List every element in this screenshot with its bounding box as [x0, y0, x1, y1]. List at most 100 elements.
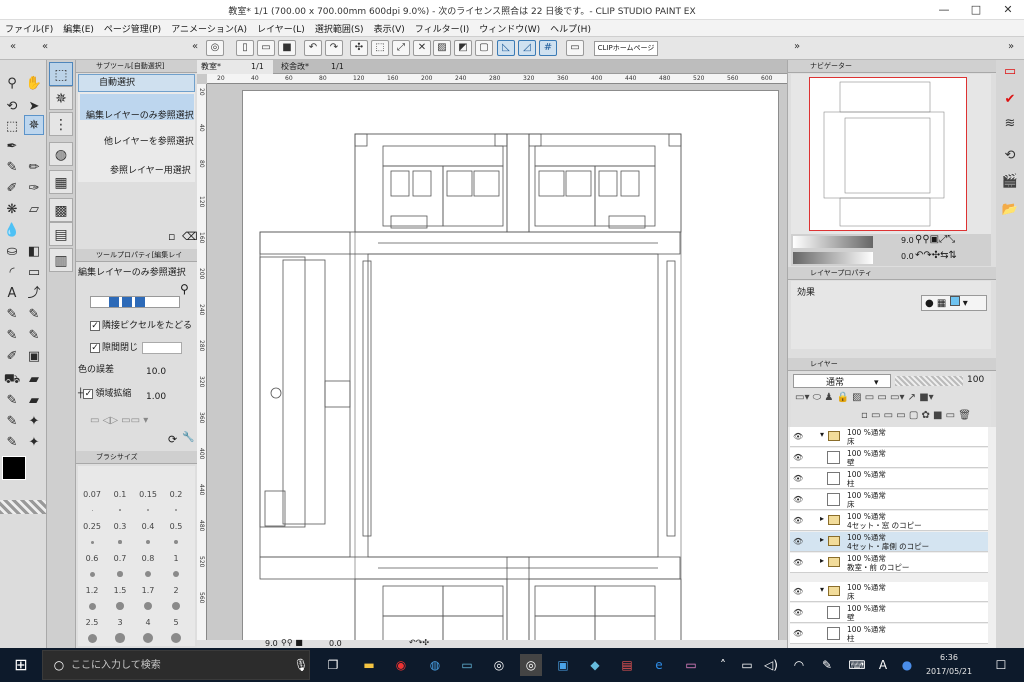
brush-size-item[interactable]: 5	[162, 618, 190, 627]
expand-value[interactable]: 1.00	[146, 392, 186, 402]
menu-edit[interactable]: 編集(E)	[58, 22, 99, 35]
new-subtool-icon[interactable]: ▫	[168, 230, 175, 243]
pencil-icon[interactable]: ✏	[24, 158, 44, 178]
brush-size-item[interactable]: 0.8	[134, 554, 162, 563]
eye-icon[interactable]: 👁	[793, 608, 803, 617]
taskbar-search[interactable]: ここに入力して検索	[42, 650, 310, 680]
eye-icon[interactable]: 👁	[793, 587, 803, 596]
layer-row[interactable]: 👁 ▸ 100 %通常 4セット・扉側 のコピー	[790, 532, 988, 552]
clip-paint-taskbar-icon[interactable]: ◎	[520, 654, 542, 676]
menu-window[interactable]: ウィンドウ(W)	[474, 22, 545, 35]
clip-studio-icon[interactable]: ◎	[206, 40, 224, 56]
menu-layer[interactable]: レイヤー(L)	[252, 22, 310, 35]
layer-row[interactable]: 👁 100 %通常壁	[790, 603, 988, 623]
layer-row[interactable]: 👁 ▸ 100 %通常 教室・前 のコピー	[790, 553, 988, 573]
menu-animation[interactable]: アニメーション(A)	[166, 22, 252, 35]
tolerance-value[interactable]: 10.0	[146, 367, 186, 377]
brush-size-item[interactable]: 1.7	[134, 586, 162, 595]
edge-icon[interactable]: e	[648, 654, 670, 676]
canvas-paper[interactable]	[242, 90, 779, 642]
wifi-icon[interactable]: ◠	[788, 654, 810, 676]
eye-icon[interactable]: 👁	[793, 432, 803, 441]
navigator-icon[interactable]: ▭	[998, 60, 1022, 84]
material-icon[interactable]: 📂	[998, 198, 1022, 222]
save-icon[interactable]: ■	[278, 40, 296, 56]
eraser-icon[interactable]: ▱	[24, 200, 44, 220]
layer-property-icon[interactable]: ✔	[998, 88, 1022, 112]
undo-icon[interactable]: ↶	[304, 40, 322, 56]
zoom-slider[interactable]	[793, 236, 873, 248]
eyedropper-icon[interactable]: ✒	[2, 137, 22, 157]
app-2-icon[interactable]: ◆	[584, 654, 606, 676]
pink-marker-icon[interactable]: ▰	[24, 391, 44, 411]
history-icon[interactable]: ▥	[49, 248, 73, 272]
brush-size-item[interactable]: 0.15	[134, 490, 162, 499]
animation-icon[interactable]: ⟲	[998, 144, 1022, 168]
eye-icon[interactable]: 👁	[793, 558, 803, 567]
fill-icon[interactable]: ⛀	[2, 242, 22, 262]
eye-icon[interactable]: 👁	[793, 629, 803, 638]
layers-icon[interactable]: ≋	[998, 112, 1022, 136]
close-button[interactable]: ✕	[992, 0, 1024, 20]
brush-size-item[interactable]: 0.07	[78, 490, 106, 499]
collapse-icon[interactable]: «	[36, 40, 54, 56]
app-icon[interactable]: ▣	[552, 654, 574, 676]
approximate-color-icon[interactable]: ▤	[49, 222, 73, 246]
new-file-icon[interactable]: ▯	[236, 40, 254, 56]
zoom-value[interactable]: 9.0	[265, 639, 278, 648]
expand-arrow-icon[interactable]: ▸	[820, 556, 824, 565]
keyboard-icon[interactable]: ⌨	[846, 654, 868, 676]
selection-group-icon[interactable]: ⬚	[49, 62, 73, 86]
app-3-icon[interactable]: ▤	[616, 654, 638, 676]
clip-homepage-button[interactable]: CLIPホームページ	[594, 41, 658, 56]
rotate-icons[interactable]: ↶↷✣	[409, 638, 429, 647]
subtool-item-reference-layer[interactable]: 参照レイヤー用選択	[80, 163, 194, 176]
rotate-icon[interactable]: ⟲	[2, 97, 22, 117]
layer-row[interactable]: 👁 100 %通常柱	[790, 469, 988, 489]
brush-size-item[interactable]: 0.3	[106, 522, 134, 531]
cortana-icon[interactable]: ○	[48, 654, 70, 676]
transform-icon[interactable]: ⬚	[371, 40, 389, 56]
timeline-icon[interactable]: 🎬	[998, 170, 1022, 194]
eye-icon[interactable]: 👁	[793, 537, 803, 546]
tray-up-icon[interactable]: ˄	[712, 654, 734, 676]
layers-tab[interactable]: レイヤー	[788, 358, 997, 371]
decoration-icon[interactable]: ❋	[2, 200, 22, 220]
scale-icon[interactable]: ✕	[413, 40, 431, 56]
color-wheel-icon[interactable]: ◍	[49, 142, 73, 166]
layer-row[interactable]: 👁 100 %通常床	[790, 490, 988, 510]
clear-icon[interactable]: ✣	[350, 40, 368, 56]
opacity-slider[interactable]	[895, 376, 963, 386]
eye-icon[interactable]: 👁	[793, 474, 803, 483]
gradient-icon[interactable]: ◧	[24, 242, 44, 262]
fill-selection-icon[interactable]: ⤢	[392, 40, 410, 56]
expand-arrow-icon[interactable]: ▸	[820, 514, 824, 523]
brush-size-tab[interactable]: ブラシサイズ	[76, 451, 197, 464]
pen-blue-icon[interactable]: ✎	[24, 305, 44, 325]
tool-property-tab[interactable]: ツールプロパティ[編集レイ	[76, 249, 197, 262]
sparkle-icon[interactable]: ✦	[24, 412, 44, 432]
task-view-icon[interactable]: ❐	[322, 654, 344, 676]
chrome-icon[interactable]: ◉	[390, 654, 412, 676]
clip-studio-taskbar-icon[interactable]: ◎	[488, 654, 510, 676]
sparkle-2-icon[interactable]: ✦	[24, 433, 44, 453]
clock-time[interactable]: 6:36	[924, 653, 974, 662]
navigator-tab[interactable]: ナビゲーター	[788, 60, 997, 73]
layer-row[interactable]: 👁 ▾ 100 %通常床	[790, 427, 988, 447]
pen-icon[interactable]: ✎	[2, 158, 22, 178]
balloon-icon[interactable]: ⤴	[24, 284, 44, 304]
expand-mode-icons[interactable]: ▭ ◁▷ ▭▭ ▾	[90, 415, 148, 426]
pink-eraser-icon[interactable]: ▰	[24, 370, 44, 390]
brush-size-item[interactable]: 3	[106, 618, 134, 627]
battery-icon[interactable]: ▭	[736, 654, 758, 676]
open-file-icon[interactable]: ▭	[257, 40, 275, 56]
hand-icon[interactable]: ✋	[24, 74, 44, 94]
layer-row[interactable]: 👁 ▾ 100 %通常床	[790, 582, 988, 602]
nav-zoom-icons[interactable]: ⚲⚲▣⤢⤡	[915, 234, 955, 245]
gap-option[interactable]: ✓ 隙間閉じ	[90, 340, 207, 354]
layer-row[interactable]: 👁 100 %通常壁	[790, 448, 988, 468]
reference-mode-buttons[interactable]	[90, 296, 180, 308]
pen-c-icon[interactable]: ✎	[2, 412, 22, 432]
menu-selection[interactable]: 選択範囲(S)	[310, 22, 369, 35]
frame-icon[interactable]: ▭	[24, 263, 44, 283]
